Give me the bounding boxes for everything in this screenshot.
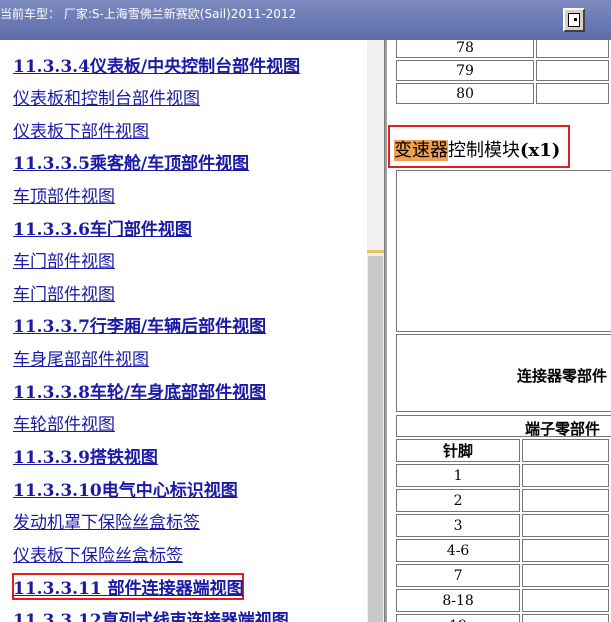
section-heading-suffix: (x1) (520, 140, 561, 161)
table-cell: 3 (396, 514, 521, 537)
nav-link[interactable]: 11.3.3.12直列式线束连接器端视图 (13, 606, 289, 622)
table-row: 7 (396, 564, 609, 587)
table-cell: 79 (396, 60, 535, 81)
terminal-parts-label: 端子零部件 (525, 420, 601, 438)
nav-link[interactable]: 车身尾部部件视图 (13, 345, 149, 370)
table-row: 80 (396, 83, 609, 104)
nav-link[interactable]: 车轮部件视图 (13, 410, 115, 435)
table-row: 2 (396, 489, 609, 512)
index-table: 78 79 80 (394, 40, 611, 106)
nav-link[interactable]: 11.3.3.10电气中心标识视图 (13, 476, 238, 501)
nav-link-selected[interactable]: 11.3.3.11 部件连接器端视图 (13, 574, 244, 599)
table-row: 3 (396, 514, 609, 537)
vertical-scrollbar[interactable] (367, 40, 384, 622)
table-cell: 8-18 (396, 589, 521, 612)
connector-image-cell (396, 170, 611, 332)
connector-parts-label: 连接器零部件 (517, 367, 608, 385)
nav-link[interactable]: 11.3.3.6车门部件视图 (13, 215, 192, 240)
section-heading: 变速器控制模块(x1) (394, 136, 560, 162)
table-cell: 4-6 (396, 539, 521, 562)
nav-link[interactable]: 11.3.3.8车轮/车身底部部件视图 (13, 378, 266, 403)
table-cell: 78 (396, 40, 535, 58)
window-title: 当前车型： 厂家:S-上海雪佛兰新赛欧(Sail)2011-2012 (0, 7, 297, 21)
table-row: 19 (396, 614, 609, 622)
table-row: 8-18 (396, 589, 609, 612)
table-cell (522, 489, 609, 512)
table-cell (536, 60, 609, 81)
nav-link[interactable]: 发动机罩下保险丝盒标签 (13, 508, 200, 533)
table-row: 1 (396, 464, 609, 487)
nav-link[interactable]: 11.3.3.4仪表板/中央控制台部件视图 (13, 52, 300, 77)
table-row: 79 (396, 60, 609, 81)
table-cell: 19 (396, 614, 521, 622)
pin-table: 针脚 1 2 3 4-6 7 8-18 19 (394, 437, 611, 622)
nav-link[interactable]: 仪表板下部件视图 (13, 117, 149, 142)
nav-link[interactable]: 11.3.3.5乘客舱/车顶部件视图 (13, 149, 249, 174)
nav-link[interactable]: 仪表板和控制台部件视图 (13, 84, 200, 109)
table-cell (522, 589, 609, 612)
terminal-parts-cell: 端子零部件 (396, 415, 611, 438)
table-cell (522, 439, 609, 462)
table-cell (522, 614, 609, 622)
table-row: 4-6 (396, 539, 609, 562)
scrollbar-marker (367, 250, 384, 253)
table-header-row: 针脚 (396, 439, 609, 462)
table-cell: 7 (396, 564, 521, 587)
scrollbar-thumb[interactable] (368, 256, 383, 622)
content-pane: 78 79 80 变速器控制模块(x1) 连接器零部件 端子零部件 针脚 1 2… (387, 40, 611, 622)
connector-parts-cell: 连接器零部件 (396, 334, 611, 412)
table-cell (522, 539, 609, 562)
table-cell: 1 (396, 464, 521, 487)
nav-link[interactable]: 11.3.3.9搭铁视图 (13, 443, 158, 468)
table-cell (536, 40, 609, 58)
nav-link[interactable]: 车门部件视图 (13, 280, 115, 305)
search-highlight: 变速器 (394, 140, 448, 161)
nav-link[interactable]: 11.3.3.7行李厢/车辆后部件视图 (13, 312, 266, 337)
column-header: 针脚 (396, 439, 521, 462)
nav-link[interactable]: 仪表板下保险丝盒标签 (13, 541, 183, 566)
window-control-button[interactable] (563, 8, 585, 32)
nav-link[interactable]: 车顶部件视图 (13, 182, 115, 207)
nav-pane: 11.3.3.4仪表板/中央控制台部件视图 仪表板和控制台部件视图 仪表板下部件… (0, 40, 367, 622)
table-cell (536, 83, 609, 104)
table-cell: 80 (396, 83, 535, 104)
table-cell (522, 564, 609, 587)
table-cell (522, 464, 609, 487)
section-heading-text: 控制模块 (448, 140, 520, 161)
table-row: 78 (396, 40, 609, 58)
table-cell (522, 514, 609, 537)
nav-link[interactable]: 车门部件视图 (13, 247, 115, 272)
restore-window-icon (568, 13, 580, 27)
table-cell: 2 (396, 489, 521, 512)
window-titlebar: 当前车型： 厂家:S-上海雪佛兰新赛欧(Sail)2011-2012 (0, 0, 611, 40)
